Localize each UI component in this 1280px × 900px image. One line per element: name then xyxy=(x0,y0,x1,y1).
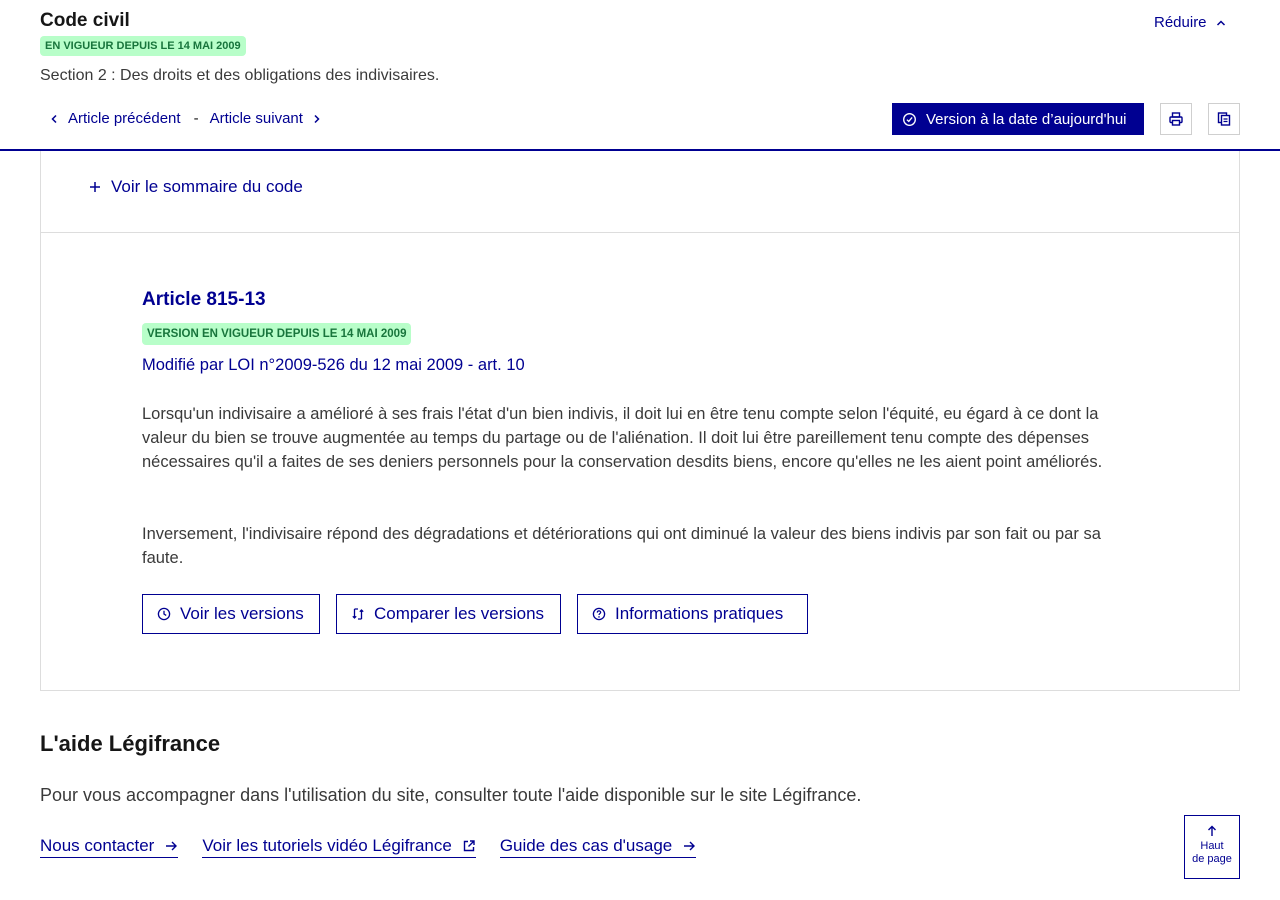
arrow-right-icon xyxy=(684,841,696,851)
print-button[interactable] xyxy=(1160,103,1192,135)
external-link-icon xyxy=(463,840,475,852)
help-section-title: L'aide Légifrance xyxy=(40,731,221,756)
previous-article-link[interactable]: Article précédent xyxy=(48,110,181,127)
arrow-right-icon xyxy=(166,841,178,851)
nav-separator: - xyxy=(193,110,199,127)
article-title: Article 815-13 xyxy=(142,289,266,310)
compare-versions-label: Comparer les versions xyxy=(374,604,545,623)
practical-info-button[interactable]: Informations pratiques xyxy=(577,594,808,634)
print-icon xyxy=(1169,112,1183,126)
code-title: Code civil xyxy=(40,10,130,31)
question-circle-icon xyxy=(592,607,606,621)
video-tutorials-link[interactable]: Voir les tutoriels vidéo Légifrance xyxy=(202,836,476,858)
arrow-up-icon xyxy=(1208,825,1216,836)
chevron-right-icon xyxy=(314,114,320,123)
article-paragraph: Lorsqu'un indivisaire a amélioré à ses f… xyxy=(142,405,1103,471)
article-container: Voir le sommaire du code Article 815-13 … xyxy=(40,151,1240,691)
view-versions-label: Voir les versions xyxy=(180,604,304,623)
copy-icon xyxy=(1217,112,1231,126)
version-today-button[interactable]: Version à la date d’aujourd'hui xyxy=(892,103,1144,135)
check-circle-icon xyxy=(903,112,916,126)
help-section-text: Pour vous accompagner dans l'utilisation… xyxy=(40,785,862,805)
back-to-top-line1: Haut xyxy=(1200,840,1224,852)
reduce-label: Réduire xyxy=(1154,14,1207,31)
article-paragraph: Inversement, l'indivisaire répond des dé… xyxy=(142,525,1101,567)
back-to-top-line2: de page xyxy=(1192,853,1232,865)
compare-versions-button[interactable]: Comparer les versions xyxy=(336,594,561,634)
article-header: Code civil EN VIGUEUR DEPUIS LE 14 MAI 2… xyxy=(0,0,1280,151)
help-links: Nous contacter Voir les tutoriels vidéo … xyxy=(40,836,697,858)
summary-row: Voir le sommaire du code xyxy=(41,151,1239,233)
plus-icon xyxy=(90,182,100,192)
reduce-button[interactable]: Réduire xyxy=(1154,14,1227,31)
contact-link[interactable]: Nous contacter xyxy=(40,836,179,858)
practical-info-label: Informations pratiques xyxy=(615,604,784,623)
contact-link-label: Nous contacter xyxy=(40,836,155,855)
chevron-up-icon xyxy=(1216,19,1225,26)
version-badge: VERSION EN VIGUEUR DEPUIS LE 14 MAI 2009 xyxy=(142,323,412,345)
copy-button[interactable] xyxy=(1208,103,1240,135)
previous-article-label: Article précédent xyxy=(68,110,181,127)
modified-by-link[interactable]: Modifié par LOI n°2009-526 du 12 mai 200… xyxy=(142,356,525,375)
clock-icon xyxy=(157,607,171,621)
use-cases-guide-link[interactable]: Guide des cas d'usage xyxy=(499,836,697,858)
section-title: Section 2 : Des droits et des obligation… xyxy=(40,67,440,84)
next-article-link[interactable]: Article suivant xyxy=(210,110,323,127)
compare-icon xyxy=(352,608,364,620)
view-versions-button[interactable]: Voir les versions xyxy=(142,594,320,634)
status-badge: EN VIGUEUR DEPUIS LE 14 MAI 2009 xyxy=(40,36,246,56)
use-cases-guide-label: Guide des cas d'usage xyxy=(499,836,673,855)
next-article-label: Article suivant xyxy=(209,110,303,127)
back-to-top-button[interactable]: Haut de page xyxy=(1184,815,1240,879)
view-summary-label: Voir le sommaire du code xyxy=(111,177,303,196)
article-navigation: Article précédent - Article suivant xyxy=(40,110,323,127)
video-tutorials-label: Voir les tutoriels vidéo Légifrance xyxy=(202,836,452,855)
chevron-left-icon xyxy=(51,114,57,123)
version-today-label: Version à la date d’aujourd'hui xyxy=(926,110,1127,128)
view-summary-link[interactable]: Voir le sommaire du code xyxy=(89,177,303,197)
